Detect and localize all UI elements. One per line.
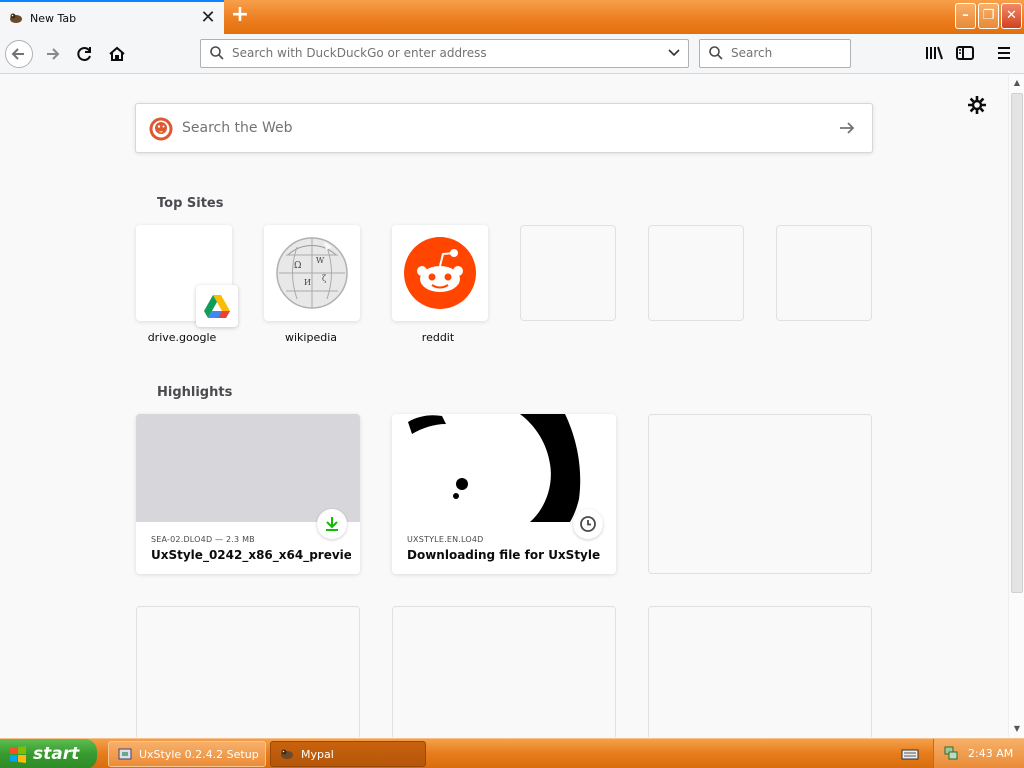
- svg-text:W: W: [316, 256, 325, 265]
- close-window-button[interactable]: ✕: [1001, 3, 1022, 29]
- web-search-placeholder: Search the Web: [182, 120, 293, 136]
- taskbar-item-label: UxStyle 0.2.4.2 Setup: [139, 747, 259, 761]
- web-search-box[interactable]: Search the Web: [135, 103, 873, 153]
- setup-installer-icon: [117, 746, 133, 762]
- vertical-scrollbar[interactable]: ▲ ▼: [1008, 75, 1024, 737]
- reload-button[interactable]: [71, 40, 99, 68]
- home-button[interactable]: [103, 40, 131, 68]
- taskbar: start UxStyle 0.2.4.2 Setup Mypal 2:43 A…: [0, 738, 1024, 768]
- highlight-card-uxstyle-page[interactable]: UXSTYLE.EN.LO4D Downloading file for UxS…: [392, 414, 616, 574]
- clock: 2:43 AM: [968, 747, 1014, 760]
- network-icon[interactable]: [943, 745, 959, 761]
- gear-icon[interactable]: [966, 94, 988, 116]
- taskbar-item-label: Mypal: [301, 747, 334, 761]
- scroll-up-arrow-icon[interactable]: ▲: [1009, 75, 1024, 91]
- scrollbar-thumb[interactable]: [1011, 93, 1023, 593]
- top-site-placeholder[interactable]: [520, 225, 616, 321]
- back-arrow-icon: [11, 48, 24, 60]
- highlight-source: SEA-02.DLO4D — 2.3 MB: [151, 535, 255, 544]
- duckduckgo-icon: [149, 117, 173, 141]
- highlights-heading: Highlights: [157, 385, 233, 400]
- windows-logo-icon: [10, 746, 26, 763]
- library-icon: [926, 46, 943, 60]
- scroll-down-arrow-icon[interactable]: ▼: [1009, 721, 1024, 737]
- start-label: start: [33, 744, 80, 764]
- address-bar[interactable]: Search with DuckDuckGo or enter address: [200, 39, 689, 68]
- search-field-placeholder: Search: [731, 46, 773, 60]
- mypal-icon: [279, 746, 295, 762]
- new-tab-button[interactable]: +: [228, 4, 252, 28]
- home-icon: [109, 46, 125, 61]
- taskbar-item-mypal[interactable]: Mypal: [270, 741, 426, 767]
- highlight-placeholder: [648, 414, 872, 574]
- highlight-placeholder: [392, 606, 616, 737]
- svg-text:И: И: [304, 278, 311, 287]
- title-bar: New Tab ✕ + – ❐ ✕: [0, 0, 1024, 34]
- clock-icon: [573, 509, 603, 539]
- tab-title: New Tab: [30, 11, 77, 25]
- svg-text:Ω: Ω: [294, 261, 301, 271]
- top-site-label: reddit: [421, 331, 455, 344]
- maximize-button[interactable]: ❐: [978, 3, 999, 29]
- highlight-thumbnail: [392, 414, 616, 522]
- search-field[interactable]: Search: [699, 39, 851, 68]
- mypal-favicon-icon: [8, 10, 24, 26]
- reddit-alien-icon: [404, 237, 476, 309]
- highlight-thumbnail: [136, 414, 360, 522]
- sidebar-toggle-button[interactable]: [955, 42, 975, 64]
- keyboard-icon[interactable]: [901, 746, 919, 762]
- address-bar-placeholder: Search with DuckDuckGo or enter address: [232, 46, 487, 60]
- top-site-tile-reddit[interactable]: [392, 225, 488, 321]
- top-sites-heading: Top Sites: [157, 196, 224, 211]
- tab-close-icon[interactable]: ✕: [198, 8, 218, 28]
- back-button[interactable]: [5, 40, 33, 68]
- highlight-placeholder: [648, 606, 872, 737]
- menu-button[interactable]: [994, 42, 1014, 64]
- start-button[interactable]: start: [0, 739, 97, 768]
- chevron-down-icon[interactable]: [666, 44, 682, 60]
- taskbar-item-uxstyle-setup[interactable]: UxStyle 0.2.4.2 Setup: [108, 741, 266, 767]
- new-tab-page: Search the Web Top Sites drive.google Ω …: [0, 75, 1008, 737]
- top-site-label: wikipedia: [284, 331, 337, 344]
- forward-button[interactable]: [39, 40, 67, 68]
- top-site-tile-drive-google[interactable]: [136, 225, 238, 327]
- highlight-title: Downloading file for UxStyle: [407, 548, 601, 562]
- download-icon: [317, 509, 347, 539]
- search-icon: [210, 46, 224, 60]
- wikipedia-globe-icon: Ω W И ζ: [276, 237, 348, 309]
- highlight-placeholder: [136, 606, 360, 737]
- library-button[interactable]: [924, 42, 944, 64]
- sidebar-icon: [956, 46, 974, 60]
- search-icon: [709, 46, 723, 60]
- top-site-placeholder[interactable]: [776, 225, 872, 321]
- arrow-right-icon[interactable]: [836, 117, 858, 139]
- highlight-card-uxstyle-download[interactable]: SEA-02.DLO4D — 2.3 MB UxStyle_0242_x86_x…: [136, 414, 360, 574]
- top-site-placeholder[interactable]: [648, 225, 744, 321]
- highlight-source: UXSTYLE.EN.LO4D: [407, 535, 484, 544]
- google-drive-icon: [196, 285, 238, 327]
- minimize-button[interactable]: –: [955, 3, 976, 29]
- reload-icon: [77, 47, 91, 61]
- svg-text:ζ: ζ: [322, 274, 327, 283]
- top-site-label: drive.google: [147, 331, 217, 344]
- hamburger-menu-icon: [998, 47, 1010, 59]
- top-site-tile-wikipedia[interactable]: Ω W И ζ: [264, 225, 360, 321]
- forward-arrow-icon: [47, 48, 60, 60]
- navigation-toolbar: Search with DuckDuckGo or enter address …: [0, 34, 1024, 74]
- system-tray: 2:43 AM: [933, 739, 1024, 768]
- highlight-title: UxStyle_0242_x86_x64_preview...: [151, 548, 351, 562]
- tab-new-tab[interactable]: New Tab ✕: [0, 0, 224, 34]
